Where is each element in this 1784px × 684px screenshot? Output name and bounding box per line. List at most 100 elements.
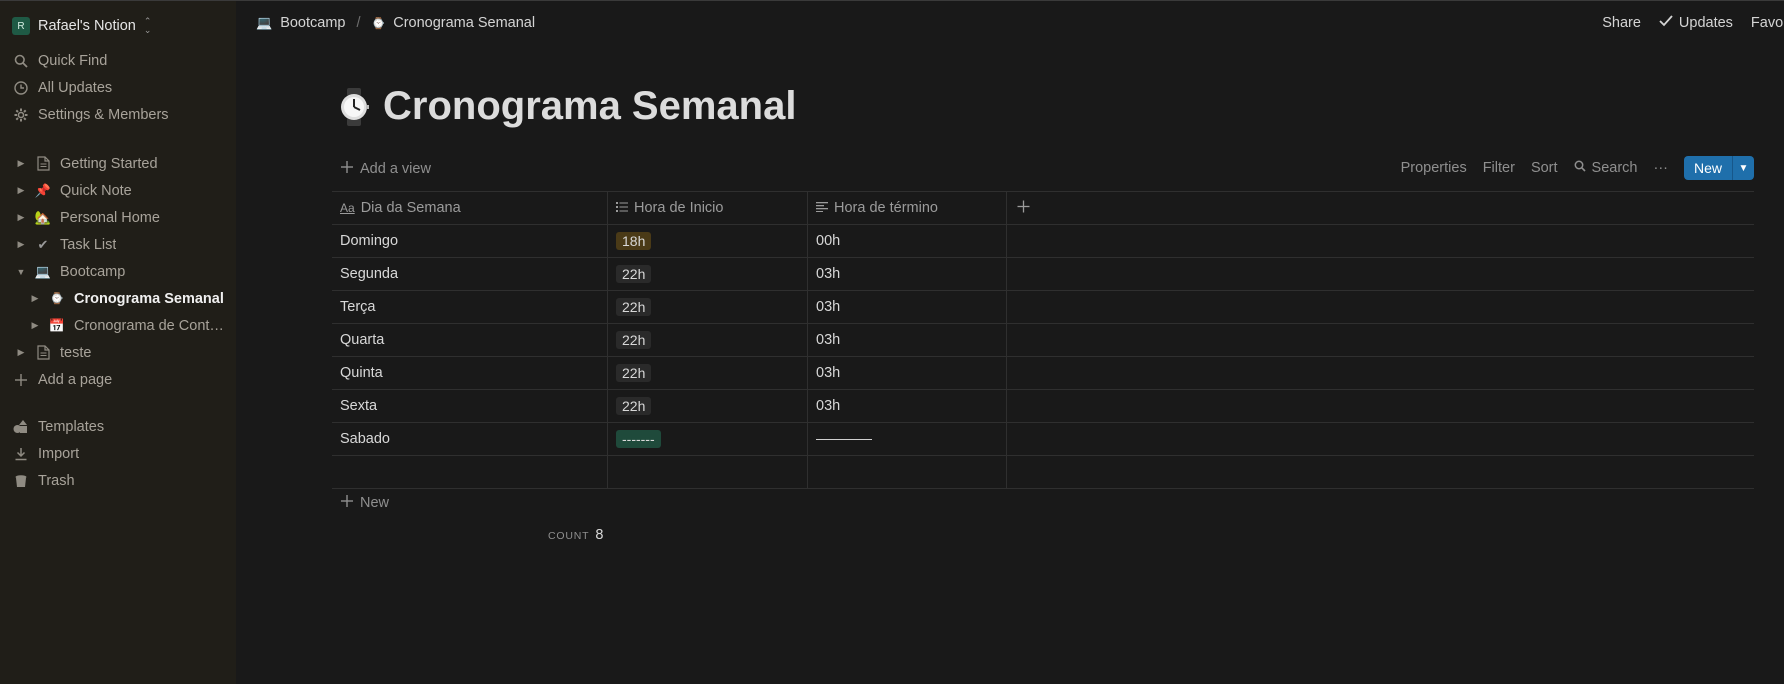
cell-dia[interactable]: [332, 456, 608, 488]
filter-button[interactable]: Filter: [1483, 160, 1515, 176]
checkmark-icon: ✔: [37, 236, 49, 252]
expand-arrow-icon[interactable]: ▶: [14, 238, 28, 252]
horizontal-rule-value: [816, 438, 872, 440]
sidebar-page-teste[interactable]: ▶ teste: [0, 339, 236, 366]
share-button[interactable]: Share: [1602, 15, 1641, 31]
cell-inicio[interactable]: 22h: [608, 291, 808, 323]
add-row-button[interactable]: New: [340, 494, 389, 512]
sidebar-item-label: Bootcamp: [60, 263, 126, 280]
page-title[interactable]: Cronograma Semanal: [383, 84, 796, 129]
plus-icon: [1017, 200, 1030, 217]
cell-inicio[interactable]: [608, 456, 808, 488]
database-table: Aa Dia da Semana Hora de Inicio Hora de …: [332, 191, 1754, 489]
add-view-button[interactable]: Add a view: [340, 160, 431, 178]
expand-arrow-icon[interactable]: ▶: [14, 346, 28, 360]
table-row[interactable]: Quinta 22h 03h: [332, 357, 1754, 390]
text-aa-icon: Aa: [340, 201, 355, 215]
cell-termino[interactable]: 03h: [808, 291, 1007, 323]
add-page-button[interactable]: Add a page: [0, 366, 236, 393]
sidebar-item-trash[interactable]: Trash: [0, 467, 236, 494]
sidebar-item-import[interactable]: Import: [0, 440, 236, 467]
cell-termino[interactable]: [808, 423, 1007, 455]
cell-dia[interactable]: Domingo: [332, 225, 608, 257]
breadcrumb-item-cronograma-semanal[interactable]: Cronograma Semanal: [393, 15, 535, 31]
table-row[interactable]: Sabado -------: [332, 423, 1754, 456]
expand-arrow-icon[interactable]: ▶: [28, 292, 42, 306]
cell-inicio[interactable]: 22h: [608, 357, 808, 389]
sidebar-page-task-list[interactable]: ▶ ✔ Task List: [0, 231, 236, 258]
cell-inicio[interactable]: 22h: [608, 390, 808, 422]
breadcrumb-item-bootcamp[interactable]: Bootcamp: [280, 15, 345, 31]
cell-termino[interactable]: 03h: [808, 357, 1007, 389]
table-row[interactable]: Domingo 18h 00h: [332, 225, 1754, 258]
cell-inicio[interactable]: 18h: [608, 225, 808, 257]
cell-dia[interactable]: Quarta: [332, 324, 608, 356]
sidebar-page-bootcamp[interactable]: ▼ 💻 Bootcamp: [0, 258, 236, 285]
sidebar-page-cronograma-de-conteudo[interactable]: ▶ 📅 Cronograma de Cont…: [0, 312, 236, 339]
column-count-footer[interactable]: COUNT 8: [548, 527, 603, 543]
collapse-arrow-icon[interactable]: ▼: [14, 265, 28, 279]
cell-inicio[interactable]: -------: [608, 423, 808, 455]
sidebar-page-cronograma-semanal[interactable]: ▶ ⌚ Cronograma Semanal: [0, 285, 236, 312]
favorite-button[interactable]: Favor: [1751, 15, 1784, 31]
expand-arrow-icon[interactable]: ▶: [14, 211, 28, 225]
search-icon: [12, 52, 30, 70]
add-property-button[interactable]: [1007, 192, 1754, 224]
cell-empty: [1007, 324, 1754, 356]
search-label: Search: [1591, 160, 1638, 176]
pushpin-icon: 📌: [34, 182, 52, 198]
add-view-label: Add a view: [360, 161, 431, 177]
cell-dia[interactable]: Quinta: [332, 357, 608, 389]
cell-dia[interactable]: Terça: [332, 291, 608, 323]
cell-dia[interactable]: Segunda: [332, 258, 608, 290]
cell-termino[interactable]: 00h: [808, 225, 1007, 257]
properties-button[interactable]: Properties: [1401, 160, 1467, 176]
expand-arrow-icon[interactable]: ▶: [14, 157, 28, 171]
workspace-switcher[interactable]: R Rafael's Notion ⌃ ⌄: [12, 15, 151, 37]
sidebar-item-label: Getting Started: [60, 155, 158, 172]
sidebar-item-quick-find[interactable]: Quick Find: [0, 47, 236, 74]
select-tag: 22h: [616, 364, 652, 382]
sidebar-page-personal-home[interactable]: ▶ 🏡 Personal Home: [0, 204, 236, 231]
table-row[interactable]: Quarta 22h 03h: [332, 324, 1754, 357]
table-row[interactable]: Terça 22h 03h: [332, 291, 1754, 324]
cell-empty: [1007, 357, 1754, 389]
table-row[interactable]: Sexta 22h 03h: [332, 390, 1754, 423]
sidebar-item-templates[interactable]: Templates: [0, 413, 236, 440]
cell-inicio[interactable]: 22h: [608, 258, 808, 290]
search-button[interactable]: Search: [1574, 160, 1638, 176]
watch-icon: ⌚: [50, 293, 64, 305]
sidebar-item-settings[interactable]: Settings & Members: [0, 101, 236, 128]
table-row[interactable]: Segunda 22h 03h: [332, 258, 1754, 291]
new-record-button[interactable]: New: [1684, 156, 1732, 180]
column-header-dia[interactable]: Aa Dia da Semana: [332, 192, 608, 224]
count-value: 8: [595, 527, 604, 543]
text-lines-icon: [816, 200, 828, 216]
cell-termino[interactable]: [808, 456, 1007, 488]
column-label: Hora de Inicio: [634, 200, 724, 216]
sidebar-item-label: Cronograma de Cont…: [74, 317, 224, 334]
column-header-termino[interactable]: Hora de término: [808, 192, 1007, 224]
cell-dia[interactable]: Sexta: [332, 390, 608, 422]
expand-arrow-icon[interactable]: ▶: [14, 184, 28, 198]
workspace-avatar: R: [12, 17, 30, 35]
sidebar-page-getting-started[interactable]: ▶ Getting Started: [0, 150, 236, 177]
count-label: COUNT: [548, 530, 590, 542]
cell-inicio[interactable]: 22h: [608, 324, 808, 356]
updates-button[interactable]: Updates: [1659, 15, 1733, 31]
sort-button[interactable]: Sort: [1531, 160, 1558, 176]
table-row-empty[interactable]: [332, 456, 1754, 489]
list-icon: [616, 200, 628, 216]
cell-termino[interactable]: 03h: [808, 258, 1007, 290]
cell-termino[interactable]: 03h: [808, 390, 1007, 422]
cell-dia[interactable]: Sabado: [332, 423, 608, 455]
select-tag: 18h: [616, 232, 652, 250]
sidebar-item-all-updates[interactable]: All Updates: [0, 74, 236, 101]
more-options-button[interactable]: ···: [1653, 160, 1668, 176]
column-header-inicio[interactable]: Hora de Inicio: [608, 192, 808, 224]
expand-arrow-icon[interactable]: ▶: [28, 319, 42, 333]
cell-termino[interactable]: 03h: [808, 324, 1007, 356]
sidebar-page-quick-note[interactable]: ▶ 📌 Quick Note: [0, 177, 236, 204]
watch-icon[interactable]: [337, 87, 371, 126]
chevron-down-icon[interactable]: ▼: [1732, 156, 1754, 180]
